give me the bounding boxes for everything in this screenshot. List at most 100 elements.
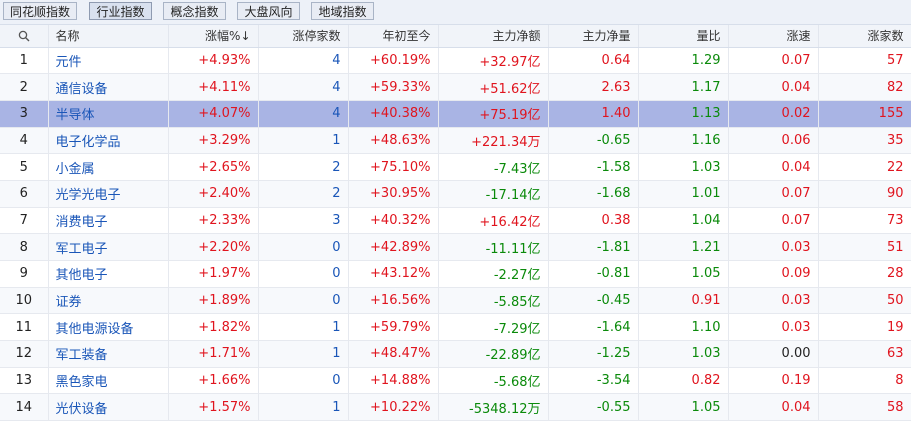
row-name[interactable]: 证券 <box>48 287 169 315</box>
header-main-net-amount[interactable]: 主力净额 <box>438 25 549 48</box>
row-main-net-amount: -17.14亿 <box>438 180 549 208</box>
row-change-pct: +1.97% <box>168 260 259 288</box>
row-main-net-amount: -7.29亿 <box>438 313 549 342</box>
row-change-pct: +3.29% <box>168 127 259 155</box>
search-icon[interactable] <box>18 30 30 42</box>
tab-ths-index[interactable]: 同花顺指数 <box>3 2 77 20</box>
row-speed: 0.04 <box>728 73 819 101</box>
row-main-net-volume: -0.55 <box>548 393 639 422</box>
row-limit-up-count: 4 <box>258 47 349 75</box>
row-ytd: +42.89% <box>348 233 439 261</box>
table-row[interactable]: 13 黑色家电 +1.66% 0 +14.88% -5.68亿 -3.54 0.82 0.19 8 <box>0 367 911 395</box>
row-up-count: 35 <box>818 127 911 155</box>
table-row[interactable]: 10 证券 +1.89% 0 +16.56% -5.85亿 -0.45 0.91 0.03 50 <box>0 287 911 315</box>
table-row[interactable]: 2 通信设备 +4.11% 4 +59.33% +51.62亿 2.63 1.17 0.04 82 <box>0 73 911 101</box>
row-main-net-volume: 2.63 <box>548 73 639 101</box>
row-limit-up-count: 0 <box>258 367 349 395</box>
row-index: 2 <box>0 73 49 101</box>
row-volume-ratio: 1.13 <box>638 100 729 128</box>
row-limit-up-count: 0 <box>258 233 349 261</box>
row-main-net-volume: 1.40 <box>548 100 639 128</box>
tab-industry-index[interactable]: 行业指数 <box>89 2 152 20</box>
row-change-pct: +1.82% <box>168 313 259 342</box>
row-index: 11 <box>0 313 49 342</box>
row-name[interactable]: 光学光电子 <box>48 180 169 208</box>
row-main-net-amount: -5.85亿 <box>438 287 549 315</box>
row-index: 13 <box>0 367 49 395</box>
table-row[interactable]: 11 其他电源设备 +1.82% 1 +59.79% -7.29亿 -1.64 1.10 0.0… <box>0 313 911 342</box>
row-index: 6 <box>0 180 49 208</box>
row-up-count: 155 <box>818 100 911 128</box>
table-row[interactable]: 4 电子化学品 +3.29% 1 +48.63% +221.34万 -0.65 1.16 0.0… <box>0 127 911 155</box>
table-row[interactable]: 6 光学光电子 +2.40% 2 +30.95% -17.14亿 -1.68 1.01 0.07… <box>0 180 911 208</box>
row-name[interactable]: 小金属 <box>48 153 169 181</box>
row-main-net-volume: -1.25 <box>548 340 639 368</box>
row-speed: 0.07 <box>728 207 819 235</box>
header-main-net-volume[interactable]: 主力净量 <box>548 25 639 48</box>
row-up-count: 50 <box>818 287 911 315</box>
row-main-net-amount: +51.62亿 <box>438 73 549 101</box>
header-limit-up-count[interactable]: 涨停家数 <box>258 25 349 48</box>
row-name[interactable]: 军工装备 <box>48 340 169 368</box>
header-speed[interactable]: 涨速 <box>728 25 819 48</box>
header-ytd[interactable]: 年初至今 <box>348 25 439 48</box>
header-up-count[interactable]: 涨家数 <box>818 25 911 48</box>
industry-index-table: 名称 涨幅%↓ 涨停家数 年初至今 主力净额 主力净量 量比 涨速 涨家数 1元… <box>0 25 911 422</box>
header-change-pct[interactable]: 涨幅%↓ <box>168 25 259 48</box>
row-volume-ratio: 1.29 <box>638 47 729 75</box>
row-name[interactable]: 消费电子 <box>48 207 169 235</box>
row-index: 9 <box>0 260 49 288</box>
row-change-pct: +4.07% <box>168 100 259 128</box>
row-name[interactable]: 军工电子 <box>48 233 169 261</box>
table-body: 1 元件 +4.93% 4 +60.19% +32.97亿 0.64 1.29 0.07 57 2 通… <box>0 47 911 422</box>
row-name[interactable]: 其他电源设备 <box>48 313 169 342</box>
row-name[interactable]: 电子化学品 <box>48 127 169 155</box>
row-change-pct: +1.71% <box>168 340 259 368</box>
row-speed: 0.19 <box>728 367 819 395</box>
row-up-count: 28 <box>818 260 911 288</box>
row-volume-ratio: 1.17 <box>638 73 729 101</box>
tab-market-trend[interactable]: 大盘风向 <box>237 2 300 20</box>
row-change-pct: +2.40% <box>168 180 259 208</box>
table-row[interactable]: 14 光伏设备 +1.57% 1 +10.22% -5348.12万 -0.55 1.05 0.… <box>0 393 911 422</box>
table-row[interactable]: 5 小金属 +2.65% 2 +75.10% -7.43亿 -1.58 1.03 0.04 22 <box>0 153 911 181</box>
table-row[interactable]: 3 半导体 +4.07% 4 +40.38% +75.19亿 1.40 1.13 0.02 155 <box>0 100 911 128</box>
row-name[interactable]: 黑色家电 <box>48 367 169 395</box>
row-volume-ratio: 1.10 <box>638 313 729 342</box>
row-main-net-amount: -5.68亿 <box>438 367 549 395</box>
row-name[interactable]: 元件 <box>48 47 169 75</box>
header-volume-ratio[interactable]: 量比 <box>638 25 729 48</box>
row-up-count: 22 <box>818 153 911 181</box>
row-main-net-volume: -1.58 <box>548 153 639 181</box>
row-name[interactable]: 光伏设备 <box>48 393 169 422</box>
table-row[interactable]: 1 元件 +4.93% 4 +60.19% +32.97亿 0.64 1.29 0.07 57 <box>0 47 911 75</box>
row-speed: 0.04 <box>728 153 819 181</box>
table-row[interactable]: 8 军工电子 +2.20% 0 +42.89% -11.11亿 -1.81 1.21 0.03 5… <box>0 233 911 261</box>
tab-region-index[interactable]: 地域指数 <box>311 2 374 20</box>
row-change-pct: +4.93% <box>168 47 259 75</box>
row-change-pct: +1.89% <box>168 287 259 315</box>
row-limit-up-count: 3 <box>258 207 349 235</box>
row-speed: 0.03 <box>728 313 819 342</box>
table-row[interactable]: 7 消费电子 +2.33% 3 +40.32% +16.42亿 0.38 1.04 0.07 73 <box>0 207 911 235</box>
row-name[interactable]: 其他电子 <box>48 260 169 288</box>
search-column-header[interactable] <box>0 25 49 48</box>
row-up-count: 51 <box>818 233 911 261</box>
row-index: 10 <box>0 287 49 315</box>
row-change-pct: +2.20% <box>168 233 259 261</box>
header-name[interactable]: 名称 <box>48 25 169 48</box>
table-row[interactable]: 9 其他电子 +1.97% 0 +43.12% -2.27亿 -0.81 1.05 0.09 28 <box>0 260 911 288</box>
row-name[interactable]: 半导体 <box>48 100 169 128</box>
row-speed: 0.04 <box>728 393 819 422</box>
table-row[interactable]: 12 军工装备 +1.71% 1 +48.47% -22.89亿 -1.25 1.03 0.00… <box>0 340 911 368</box>
row-main-net-volume: -0.81 <box>548 260 639 288</box>
row-name[interactable]: 通信设备 <box>48 73 169 101</box>
row-ytd: +60.19% <box>348 47 439 75</box>
row-main-net-amount: -7.43亿 <box>438 153 549 181</box>
row-up-count: 73 <box>818 207 911 235</box>
row-main-net-amount: +221.34万 <box>438 127 549 155</box>
tab-concept-index[interactable]: 概念指数 <box>163 2 226 20</box>
row-limit-up-count: 2 <box>258 153 349 181</box>
row-ytd: +59.33% <box>348 73 439 101</box>
row-ytd: +40.32% <box>348 207 439 235</box>
